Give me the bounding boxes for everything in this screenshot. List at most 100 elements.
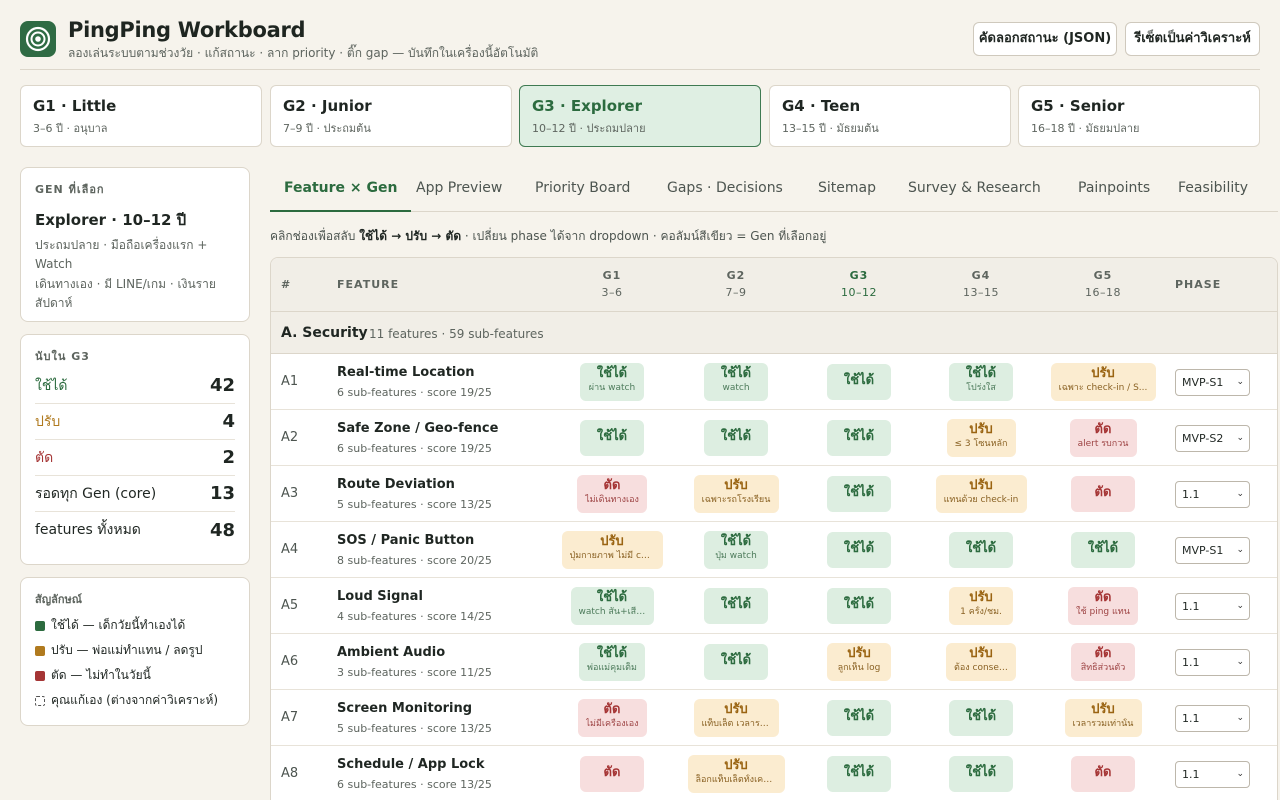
copy-json-button[interactable]: คัดลอกสถานะ (JSON) [973, 22, 1117, 56]
gen-card-g2[interactable]: G2 · Junior 7–9 ปี · ประถมต้น [270, 85, 512, 147]
status-cell-g2[interactable]: ปรับ เฉพาะรถโรงเรียน [693, 475, 779, 513]
status-cell-g4[interactable]: ปรับ ต้อง consent [946, 643, 1016, 681]
status-cell-g3[interactable]: ปรับ ลูกเห็น log [827, 643, 891, 681]
status-label: ตัด [603, 765, 621, 780]
status-cell-g4[interactable]: ปรับ ≤ 3 โซนหลัก [946, 419, 1016, 457]
feature-meta: 5 sub-features · score 13/25 [337, 722, 492, 735]
phase-select[interactable]: MVP-S1 ⌄ [1175, 369, 1250, 396]
status-label: ใช้ได้ [720, 534, 752, 549]
status-cell-g1[interactable]: ปรับ ปุ่มกายภาพ ไม่มี co... [561, 531, 663, 569]
status-cell-g3[interactable]: ใช้ได้ [827, 588, 891, 624]
status-note: alert รบกวน [1077, 439, 1129, 449]
status-cell-g1[interactable]: ตัด [580, 756, 644, 792]
tab-gaps-decisions[interactable]: Gaps · Decisions [653, 168, 797, 212]
app-title: PingPing Workboard [68, 18, 306, 42]
status-cell-g5[interactable]: ใช้ได้ [1071, 532, 1135, 568]
status-cell-g3[interactable]: ใช้ได้ [827, 700, 891, 736]
status-cell-g5[interactable]: ปรับ เฉพาะ check-in / S... [1050, 363, 1156, 401]
status-cell-g4[interactable]: ใช้ได้ [949, 756, 1013, 792]
row-id: A7 [281, 710, 299, 725]
status-cell-g4[interactable]: ใช้ได้ โปร่งใส [949, 363, 1013, 401]
status-note: เวลารวมเท่านั้น [1072, 719, 1134, 729]
status-cell-g4[interactable]: ปรับ แทนด้วย check-in [935, 475, 1027, 513]
phase-select[interactable]: 1.1 ⌄ [1175, 705, 1250, 732]
status-cell-g4[interactable]: ปรับ 1 ครั้ง/ชม. [949, 587, 1013, 625]
feature-name: Ambient Audio [337, 645, 446, 660]
app-subtitle: ลองเล่นระบบตามช่วงวัย · แก้สถานะ · ลาก p… [68, 46, 539, 60]
status-cell-g1[interactable]: ใช้ได้ พ่อแม่คุมเต็ม [579, 643, 645, 681]
tab-app-preview[interactable]: App Preview [402, 168, 516, 212]
phase-select[interactable]: MVP-S2 ⌄ [1175, 425, 1250, 452]
gen-card-name: G3 · Explorer [532, 97, 642, 115]
chevron-down-icon: ⌄ [1236, 713, 1244, 723]
gen-card-g3[interactable]: G3 · Explorer 10–12 ปี · ประถมปลาย [519, 85, 761, 147]
table-row: A8 Schedule / App Lock 6 sub-features · sc… [271, 746, 1277, 800]
status-cell-g1[interactable]: ตัด ไม่เดินทางเอง [577, 475, 647, 513]
status-cell-g1[interactable]: ใช้ได้ [580, 420, 644, 456]
status-label: ตัด [1094, 765, 1112, 780]
status-cell-g1[interactable]: ใช้ได้ watch สั่น+เสียง [570, 587, 654, 625]
status-cell-g5[interactable]: ตัด ใช้ ping แทน [1068, 587, 1138, 625]
tab-survey-research[interactable]: Survey & Research [894, 168, 1055, 212]
row-id: A4 [281, 542, 299, 557]
phase-select[interactable]: 1.1 ⌄ [1175, 481, 1250, 508]
col-header-g3: G3 10–12 [809, 269, 909, 299]
phase-select[interactable]: 1.1 ⌄ [1175, 649, 1250, 676]
status-cell-g4[interactable]: ใช้ได้ [949, 700, 1013, 736]
gen-card-g1[interactable]: G1 · Little 3–6 ปี · อนุบาล [20, 85, 262, 147]
status-cell-g3[interactable]: ใช้ได้ [827, 756, 891, 792]
col-header-g5: G5 16–18 [1053, 269, 1153, 299]
phase-value: 1.1 [1182, 488, 1200, 501]
status-label: ใช้ได้ [843, 429, 875, 444]
count-label: ตัด [35, 449, 54, 466]
status-cell-g2[interactable]: ใช้ได้ watch [704, 363, 768, 401]
tab-feature-gen[interactable]: Feature × Gen [270, 168, 412, 212]
status-cell-g2[interactable]: ปรับ ล็อกแท็บเล็ตทั้งเครื... [687, 755, 785, 793]
status-cell-g5[interactable]: ตัด สิทธิส่วนตัว [1071, 643, 1135, 681]
col-header-code: G3 [849, 269, 869, 282]
status-cell-g2[interactable]: ใช้ได้ [704, 644, 768, 680]
status-cell-g5[interactable]: ปรับ เวลารวมเท่านั้น [1064, 699, 1142, 737]
app-logo [20, 21, 56, 57]
tab-painpoints[interactable]: Painpoints [1064, 168, 1164, 212]
gen-card-name: G2 · Junior [283, 97, 372, 115]
status-label: ใช้ได้ [843, 485, 875, 500]
reset-button[interactable]: รีเซ็ตเป็นค่าวิเคราะห์ [1125, 22, 1260, 56]
status-label: ปรับ [969, 646, 993, 661]
col-header-code: G4 [971, 269, 991, 282]
status-cell-g3[interactable]: ใช้ได้ [827, 532, 891, 568]
tab-feasibility[interactable]: Feasibility [1164, 168, 1262, 212]
table-row: A5 Loud Signal 4 sub-features · score 14/2… [271, 578, 1277, 634]
status-cell-g2[interactable]: ใช้ได้ ปุ่ม watch [704, 531, 768, 569]
status-cell-g5[interactable]: ตัด [1071, 756, 1135, 792]
tab-sitemap[interactable]: Sitemap [804, 168, 890, 212]
status-cell-g2[interactable]: ใช้ได้ [704, 588, 768, 624]
status-cell-g4[interactable]: ใช้ได้ [949, 532, 1013, 568]
status-cell-g5[interactable]: ตัด alert รบกวน [1069, 419, 1137, 457]
phase-select[interactable]: 1.1 ⌄ [1175, 593, 1250, 620]
phase-select[interactable]: MVP-S1 ⌄ [1175, 537, 1250, 564]
status-note: ใช้ ping แทน [1076, 607, 1130, 617]
count-row: features ทั้งหมด 48 [35, 512, 235, 548]
status-cell-g3[interactable]: ใช้ได้ [827, 364, 891, 400]
phase-select[interactable]: 1.1 ⌄ [1175, 761, 1250, 788]
group-row-security[interactable]: A. Security 11 features · 59 sub-feature… [271, 312, 1277, 354]
status-cell-g5[interactable]: ตัด [1071, 476, 1135, 512]
status-cell-g2[interactable]: ใช้ได้ [704, 420, 768, 456]
status-note: watch สั่น+เสียง [578, 607, 646, 617]
status-cell-g2[interactable]: ปรับ แท็บเล็ต เวลารวม [693, 699, 779, 737]
hint-pre: คลิกช่องเพื่อสลับ [270, 229, 360, 243]
tab-priority-board[interactable]: Priority Board [521, 168, 644, 212]
status-cell-g3[interactable]: ใช้ได้ [827, 476, 891, 512]
status-label: ใช้ได้ [596, 429, 628, 444]
gen-card-g4[interactable]: G4 · Teen 13–15 ปี · มัธยมต้น [769, 85, 1011, 147]
chevron-down-icon: ⌄ [1236, 489, 1244, 499]
status-cell-g1[interactable]: ตัด ไม่มีเครื่องเอง [577, 699, 647, 737]
col-header-g1: G1 3–6 [562, 269, 662, 299]
status-cell-g1[interactable]: ใช้ได้ ผ่าน watch [580, 363, 644, 401]
gen-card-desc: 10–12 ปี · ประถมปลาย [532, 122, 646, 135]
gen-card-g5[interactable]: G5 · Senior 16–18 ปี · มัธยมปลาย [1018, 85, 1260, 147]
status-note: ปุ่มกายภาพ ไม่มี co... [569, 551, 655, 561]
status-cell-g3[interactable]: ใช้ได้ [827, 420, 891, 456]
selected-gen-panel: GEN ที่เลือก Explorer · 10–12 ปี ประถมปล… [20, 167, 250, 322]
